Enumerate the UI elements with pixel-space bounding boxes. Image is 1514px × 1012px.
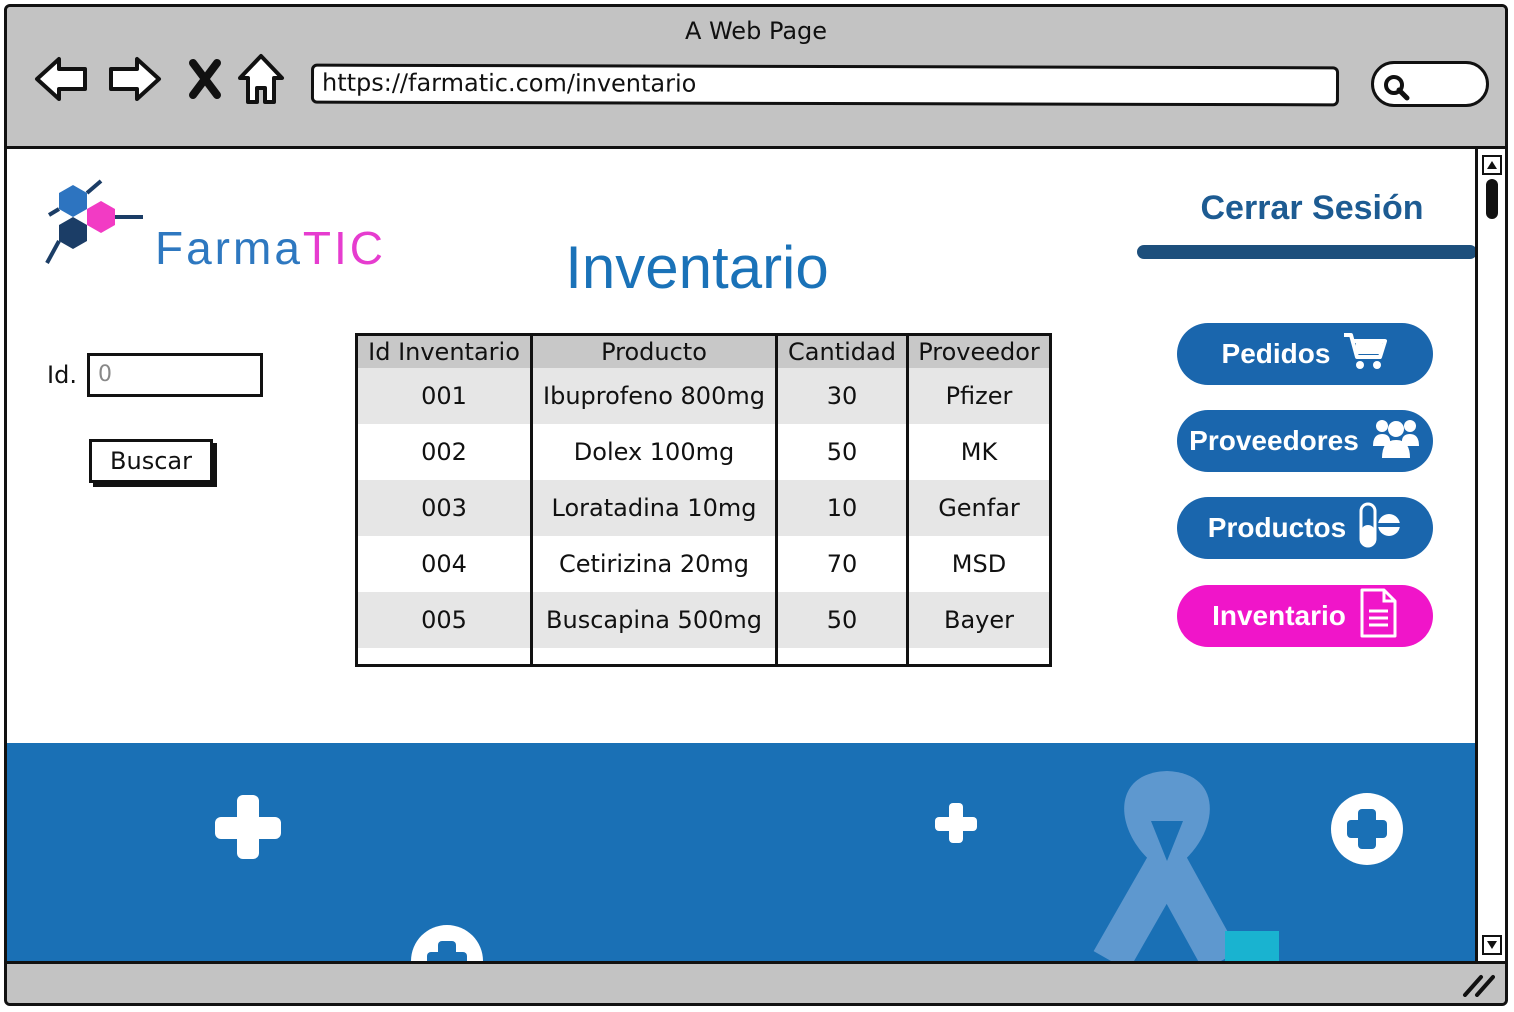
cell-product: Dolex 100mg xyxy=(530,424,777,480)
medical-cross-icon xyxy=(935,803,977,843)
resize-grip-icon[interactable] xyxy=(1461,971,1495,1001)
cell-quantity: 70 xyxy=(775,536,908,592)
column-header[interactable]: Producto xyxy=(530,334,777,368)
cell-quantity: 50 xyxy=(775,592,908,648)
page-title: Inventario xyxy=(565,234,829,301)
cell-supplier: Bayer xyxy=(906,592,1051,648)
nav-proveedores-button[interactable]: Proveedores xyxy=(1177,410,1433,472)
column-header[interactable]: Cantidad xyxy=(775,334,908,368)
stop-x-icon[interactable] xyxy=(177,51,233,107)
pill-icon xyxy=(1358,501,1402,556)
cell-id: 005 xyxy=(356,592,532,648)
url-bar[interactable]: https://farmatic.com/inventario xyxy=(310,63,1340,107)
cell-supplier: Pfizer xyxy=(906,368,1051,424)
scroll-up-icon[interactable] xyxy=(1482,155,1502,175)
nav-productos-label: Productos xyxy=(1207,512,1347,543)
cell-supplier: MK xyxy=(906,424,1051,480)
cell-product: Cetirizina 20mg xyxy=(530,536,777,592)
cell-product: Loratadina 10mg xyxy=(530,480,777,536)
url-text: https://farmatic.com/inventario xyxy=(321,68,697,98)
table-row[interactable]: 005 Buscapina 500mg 50 Bayer xyxy=(356,592,1051,648)
cell-id: 002 xyxy=(356,424,532,480)
table-spacer-row xyxy=(356,648,1051,666)
medical-badge-icon xyxy=(411,925,483,961)
logout-link[interactable]: Cerrar Sesión xyxy=(1167,189,1457,228)
ribbon-icon xyxy=(1093,771,1239,961)
cell-id: 003 xyxy=(356,480,532,536)
footer-banner xyxy=(7,743,1475,961)
back-arrow-icon[interactable] xyxy=(33,51,89,107)
decorative-square xyxy=(1225,931,1279,961)
nav-proveedores-label: Proveedores xyxy=(1189,425,1359,456)
browser-window: A Web Page https://farmatic.com/inventar… xyxy=(4,4,1508,1006)
nav-productos-button[interactable]: Productos xyxy=(1177,497,1433,559)
nav-inventario-label: Inventario xyxy=(1212,600,1346,631)
cell-quantity: 30 xyxy=(775,368,908,424)
page-content: FarmaTIC Inventario Cerrar Sesión Id. 0 … xyxy=(7,149,1475,961)
medical-cross-icon xyxy=(215,795,281,859)
table-row[interactable]: 003 Loratadina 10mg 10 Genfar xyxy=(356,480,1051,536)
logo-wordmark: FarmaTIC xyxy=(155,222,387,274)
table-row[interactable]: 001 Ibuprofeno 800mg 30 Pfizer xyxy=(356,368,1051,424)
home-icon[interactable] xyxy=(233,51,289,107)
id-search-input[interactable]: 0 xyxy=(87,353,263,397)
cell-supplier: Genfar xyxy=(906,480,1051,536)
inventory-table: Id Inventario Producto Cantidad Proveedo… xyxy=(355,333,1052,667)
browser-toolbar: A Web Page https://farmatic.com/inventar… xyxy=(7,7,1505,149)
table-row[interactable]: 002 Dolex 100mg 50 MK xyxy=(356,424,1051,480)
window-title: A Web Page xyxy=(684,17,828,45)
document-icon xyxy=(1358,587,1398,646)
medical-badge-icon xyxy=(1331,793,1403,865)
cell-product: Buscapina 500mg xyxy=(530,592,777,648)
column-header[interactable]: Id Inventario xyxy=(356,334,532,368)
cell-supplier: MSD xyxy=(906,536,1051,592)
vertical-scrollbar[interactable] xyxy=(1475,149,1505,961)
cell-quantity: 50 xyxy=(775,424,908,480)
table-row[interactable]: 004 Cetirizina 20mg 70 MSD xyxy=(356,536,1051,592)
cell-id: 001 xyxy=(356,368,532,424)
search-button[interactable]: Buscar xyxy=(89,439,213,483)
nav-pedidos-label: Pedidos xyxy=(1221,338,1331,369)
column-header[interactable]: Proveedor xyxy=(906,334,1051,368)
search-icon xyxy=(1382,73,1410,105)
browser-search-field[interactable] xyxy=(1371,61,1489,107)
cell-id: 004 xyxy=(356,536,532,592)
medical-pattern-illustration xyxy=(215,771,1403,961)
cart-icon xyxy=(1342,331,1388,378)
scroll-thumb[interactable] xyxy=(1486,179,1498,219)
nav-pedidos-button[interactable]: Pedidos xyxy=(1177,323,1433,385)
cell-product: Ibuprofeno 800mg xyxy=(530,368,777,424)
id-label: Id. xyxy=(47,361,77,389)
nav-inventario-button[interactable]: Inventario xyxy=(1177,585,1433,647)
cell-quantity: 10 xyxy=(775,480,908,536)
scroll-down-icon[interactable] xyxy=(1482,935,1502,955)
header-divider xyxy=(1137,245,1475,259)
table-header-row: Id Inventario Producto Cantidad Proveedo… xyxy=(356,334,1051,368)
farmatic-logo[interactable]: FarmaTIC xyxy=(37,175,387,275)
forward-arrow-icon[interactable] xyxy=(107,51,163,107)
status-bar xyxy=(7,961,1505,1003)
molecule-icon xyxy=(45,179,143,264)
users-icon xyxy=(1371,416,1421,467)
